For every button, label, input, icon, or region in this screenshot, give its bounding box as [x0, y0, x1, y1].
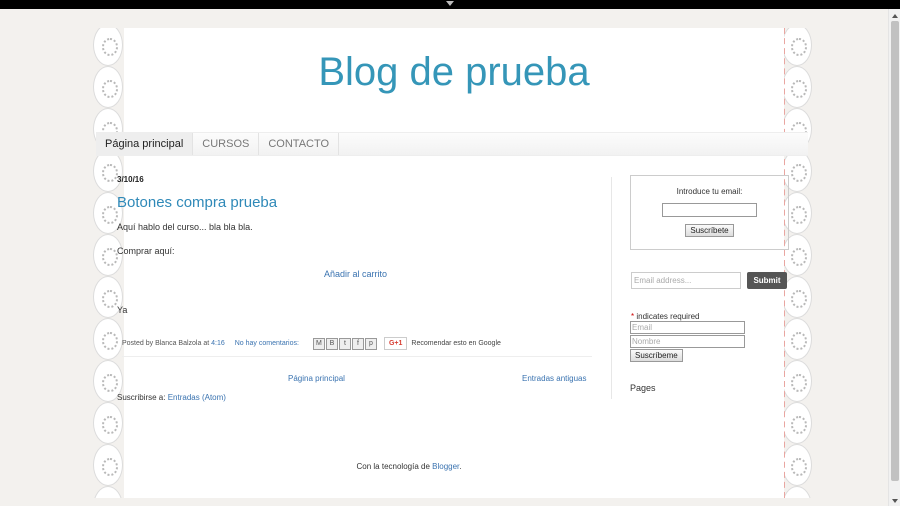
- required-text: indicates required: [636, 312, 700, 321]
- divider: [122, 356, 592, 357]
- lace-scallop: [93, 318, 123, 360]
- mailchimp-email-input[interactable]: Email address...: [631, 272, 741, 289]
- blog-title[interactable]: Blog de prueba: [124, 50, 784, 95]
- subscribe-line: Suscribirse a: Entradas (Atom): [117, 393, 226, 402]
- post-footer: Posted by Blanca Balzola at 4:16 No hay …: [122, 337, 501, 350]
- scroll-up-icon[interactable]: [892, 14, 898, 18]
- required-star: *: [631, 312, 635, 321]
- subscribe-prefix: Suscribirse a:: [117, 393, 166, 402]
- atom-feed-link[interactable]: Entradas (Atom): [168, 393, 226, 402]
- tab-cursos[interactable]: CURSOS: [193, 133, 260, 155]
- powered-suffix: .: [459, 462, 462, 471]
- lace-scallop: [782, 444, 812, 486]
- browser-top-bar: [0, 0, 900, 9]
- lace-scallop: [93, 66, 123, 108]
- powered-prefix: Con la tecnología de: [356, 462, 430, 471]
- email-label: Introduce tu email:: [676, 187, 743, 196]
- blog-page: [124, 28, 784, 498]
- post-paragraph: Aquí hablo del curso... bla bla bla.: [117, 222, 253, 232]
- lace-scallop: [93, 444, 123, 486]
- facebook-icon[interactable]: f: [351, 337, 364, 350]
- lace-border-left: [92, 28, 126, 498]
- scroll-thumb[interactable]: [891, 21, 899, 481]
- posted-by: Posted by Blanca Balzola at: [122, 340, 210, 347]
- email-field[interactable]: Email: [630, 321, 745, 334]
- lace-scallop: [93, 402, 123, 444]
- email-input[interactable]: [662, 203, 757, 217]
- gplus-button[interactable]: G+1: [383, 337, 408, 350]
- tab-contacto[interactable]: CONTACTO: [259, 133, 340, 155]
- lace-scallop: [93, 486, 123, 498]
- column-divider: [611, 177, 612, 399]
- name-field[interactable]: Nombre: [630, 335, 745, 348]
- lace-scallop: [93, 150, 123, 192]
- tab-home[interactable]: Página principal: [96, 133, 194, 155]
- older-posts-link[interactable]: Entradas antiguas: [522, 374, 587, 383]
- powered-by: Con la tecnología de Blogger.: [124, 462, 694, 471]
- pager-home-link[interactable]: Página principal: [288, 374, 345, 383]
- post-time-link[interactable]: 4:16: [211, 340, 225, 347]
- scrollbar[interactable]: [888, 9, 900, 506]
- blogger-icon[interactable]: B: [325, 337, 338, 350]
- lace-scallop: [782, 28, 812, 66]
- lace-scallop: [782, 486, 812, 498]
- pinterest-icon[interactable]: p: [364, 337, 377, 350]
- blogger-link[interactable]: Blogger: [432, 462, 459, 471]
- post-date: 3/10/16: [117, 175, 144, 184]
- share-buttons: M B t f p: [312, 337, 378, 350]
- subscribe-button[interactable]: Suscríbete: [685, 224, 734, 237]
- lace-scallop: [782, 66, 812, 108]
- subscribe-me-button[interactable]: Suscríbeme: [630, 349, 683, 362]
- twitter-icon[interactable]: t: [338, 337, 351, 350]
- lace-scallop: [782, 402, 812, 444]
- required-note: * indicates required: [631, 312, 700, 321]
- post-title[interactable]: Botones compra prueba: [117, 194, 277, 211]
- email-icon[interactable]: M: [312, 337, 325, 350]
- page-tabs: Página principal CURSOS CONTACTO: [96, 132, 808, 156]
- post-paragraph: Ya: [117, 305, 128, 315]
- add-to-cart-link[interactable]: Añadir al carrito: [324, 269, 387, 279]
- lace-scallop: [93, 28, 123, 66]
- post-paragraph: Comprar aquí:: [117, 246, 175, 256]
- email-subscribe-box: Introduce tu email: Suscríbete: [630, 175, 789, 250]
- scroll-down-icon[interactable]: [892, 499, 898, 503]
- lace-scallop: [782, 318, 812, 360]
- chevron-down-icon[interactable]: [446, 1, 454, 6]
- lace-scallop: [782, 360, 812, 402]
- pages-heading: Pages: [630, 383, 656, 393]
- recommend-text: Recomendar esto en Google: [411, 340, 501, 347]
- comments-link[interactable]: No hay comentarios:: [235, 340, 299, 347]
- submit-button[interactable]: Submit: [747, 272, 787, 289]
